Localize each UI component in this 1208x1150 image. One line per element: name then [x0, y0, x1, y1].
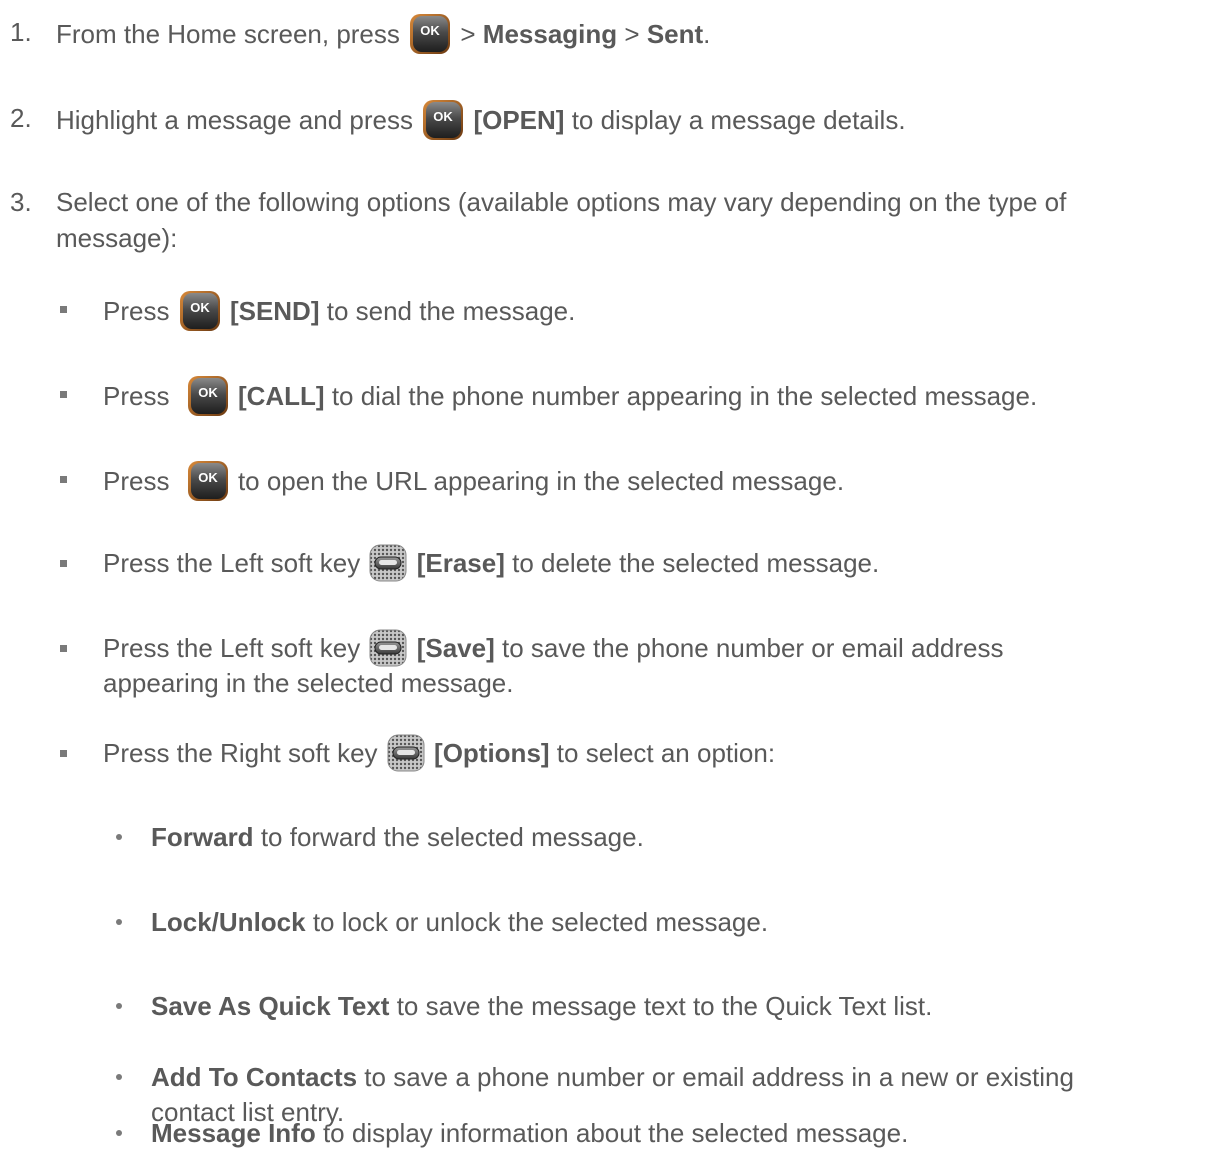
- ok-key-icon: OK: [422, 99, 464, 141]
- soft-key-icon: [369, 629, 407, 667]
- dot-bullet: [116, 1074, 122, 1080]
- sub-option-message-info: Message Info to display information abou…: [151, 1118, 909, 1148]
- step-number: 1.: [10, 17, 32, 47]
- dot-bullet: [116, 919, 122, 925]
- option-options: Press the Right soft key [Options] to se…: [103, 734, 775, 774]
- svg-text:OK: OK: [198, 470, 218, 485]
- sub-option-lock: Lock/Unlock to lock or unlock the select…: [151, 907, 769, 937]
- square-bullet: [60, 750, 67, 757]
- step-number: 3.: [10, 187, 32, 217]
- ok-key-icon: OK: [187, 375, 229, 417]
- sub-option-forward: Forward to forward the selected message.: [151, 822, 644, 852]
- option-erase: Press the Left soft key [Erase] to delet…: [103, 544, 879, 584]
- step-1-text: From the Home screen, press OK > Messagi…: [56, 13, 710, 57]
- ok-key-icon: OK: [179, 290, 221, 332]
- sub-option-add-contacts: Add To Contacts to save a phone number o…: [151, 1062, 1074, 1092]
- step-2-text: Highlight a message and press OK [OPEN] …: [56, 99, 906, 143]
- svg-text:OK: OK: [198, 385, 218, 400]
- option-open-url: Press OK to open the URL appearing in th…: [103, 460, 844, 504]
- option-send: Press OK [SEND] to send the message.: [103, 290, 575, 334]
- square-bullet: [60, 645, 67, 652]
- svg-text:OK: OK: [420, 23, 440, 38]
- dot-bullet: [116, 834, 122, 840]
- option-save-line2: appearing in the selected message.: [103, 668, 514, 698]
- svg-text:OK: OK: [433, 109, 453, 124]
- step-3-text-line2: message):: [56, 223, 178, 253]
- sub-option-quick-text: Save As Quick Text to save the message t…: [151, 991, 933, 1021]
- step-number: 2.: [10, 103, 32, 133]
- ok-key-icon: OK: [187, 460, 229, 502]
- svg-text:OK: OK: [190, 300, 210, 315]
- square-bullet: [60, 476, 67, 483]
- square-bullet: [60, 560, 67, 567]
- square-bullet: [60, 391, 67, 398]
- ok-key-icon: OK: [409, 13, 451, 55]
- soft-key-icon: [387, 734, 425, 772]
- dot-bullet: [116, 1003, 122, 1009]
- square-bullet: [60, 306, 67, 313]
- option-call: Press OK [CALL] to dial the phone number…: [103, 375, 1037, 419]
- soft-key-icon: [369, 544, 407, 582]
- step-3-text-line1: Select one of the following options (ava…: [56, 187, 1067, 217]
- document-page: 1. From the Home screen, press OK > Mess…: [0, 0, 1208, 1148]
- dot-bullet: [116, 1130, 122, 1136]
- option-save: Press the Left soft key [Save] to save t…: [103, 629, 1004, 669]
